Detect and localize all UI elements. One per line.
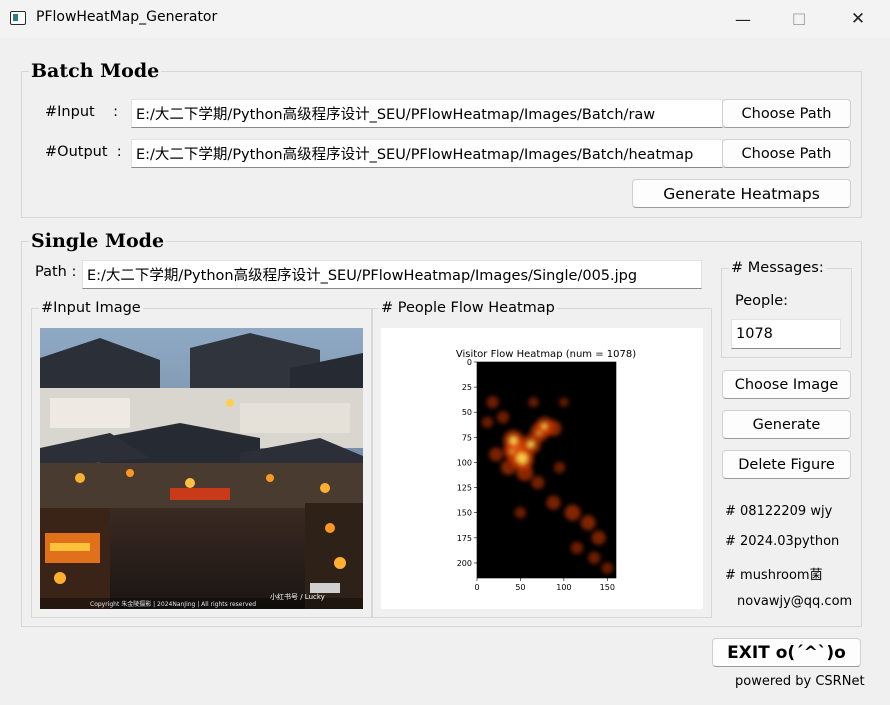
batch-output-label: #Output : xyxy=(45,144,122,160)
y-tick-label: 200 xyxy=(457,559,472,568)
delete-figure-button[interactable]: Delete Figure xyxy=(722,450,851,479)
messages-title: # Messages: xyxy=(729,260,826,276)
heat-spot-9 xyxy=(489,447,504,462)
heat-core-1 xyxy=(516,452,528,464)
batch-mode-title: Batch Mode xyxy=(29,60,162,82)
heat-spot-18 xyxy=(588,551,601,565)
app-window-icon xyxy=(10,11,26,25)
close-button[interactable]: ✕ xyxy=(830,0,886,38)
people-count-field[interactable]: 1078 xyxy=(731,319,841,349)
credit-line-1: # 08122209 wjy xyxy=(725,504,833,519)
heat-spot-23 xyxy=(528,396,539,408)
generate-button[interactable]: Generate xyxy=(722,410,851,439)
y-tick-label: 150 xyxy=(457,509,472,518)
y-tick-label: 100 xyxy=(457,458,472,467)
heatmap-chart: Visitor Flow Heatmap (num = 1078) 0 25 50 7… xyxy=(456,349,636,592)
heatmap-plot-area xyxy=(477,362,616,578)
heat-spot-24 xyxy=(601,562,614,574)
heat-spot-10 xyxy=(486,396,499,409)
heat-spot-11 xyxy=(481,416,494,428)
heat-core-3 xyxy=(527,440,535,448)
heat-spot-6 xyxy=(545,420,562,437)
single-mode-title: Single Mode xyxy=(29,230,167,252)
choose-image-button[interactable]: Choose Image xyxy=(722,370,851,399)
credit-line-2: # 2024.03python xyxy=(725,534,840,549)
chart-title: Visitor Flow Heatmap (num = 1078) xyxy=(456,349,636,360)
heat-spot-19 xyxy=(570,541,584,555)
batch-input-field[interactable]: E:/大二下学期/Python高级程序设计_SEU/PFlowHeatmap/I… xyxy=(131,99,723,128)
heat-spot-15 xyxy=(564,504,581,521)
powered-by-label: powered by CSRNet xyxy=(735,674,865,689)
input-image-title: #Input Image xyxy=(39,300,143,316)
single-path-field[interactable]: E:/大二下学期/Python高级程序设计_SEU/PFlowHeatmap/I… xyxy=(82,260,702,289)
x-tick-label: 100 xyxy=(556,583,571,592)
exit-button[interactable]: EXIT o(´^`)o xyxy=(712,638,861,667)
photo-watermark: 小红书号 / Lucky xyxy=(270,592,325,601)
x-tick-label: 0 xyxy=(474,583,479,592)
heat-spot-13 xyxy=(531,475,545,490)
generate-heatmaps-button[interactable]: Generate Heatmaps xyxy=(632,179,851,208)
x-tick-label: 150 xyxy=(600,583,615,592)
heat-spot-14 xyxy=(546,495,561,510)
heat-spot-12 xyxy=(496,411,510,424)
heat-core-2 xyxy=(509,436,518,445)
y-tick-label: 25 xyxy=(462,383,472,392)
heat-spot-8 xyxy=(500,459,516,475)
photo-caption: Copyright 朱金陵摄影 | 2024NanJing | All righ… xyxy=(90,600,256,608)
heat-spot-21 xyxy=(553,461,566,474)
y-tick-label: 50 xyxy=(462,408,472,417)
crowd-street-photo: Copyright 朱金陵摄影 | 2024NanJing | All righ… xyxy=(40,328,363,609)
y-tick-label: 175 xyxy=(457,534,472,543)
heat-spot-7 xyxy=(516,464,534,481)
y-tick-label: 125 xyxy=(457,484,472,493)
heat-spot-17 xyxy=(591,530,606,545)
heat-spot-16 xyxy=(580,515,596,531)
credit-line-3: # mushroom菌 xyxy=(725,568,823,583)
y-tick-label: 0 xyxy=(467,358,472,367)
heatmap-figure: Visitor Flow Heatmap (num = 1078) 0 25 50 7… xyxy=(381,328,703,609)
batch-output-field[interactable]: E:/大二下学期/Python高级程序设计_SEU/PFlowHeatmap/I… xyxy=(131,139,723,168)
maximize-button[interactable]: ☐ xyxy=(771,0,827,38)
minimize-button[interactable]: — xyxy=(715,0,771,38)
batch-output-choose-path-button[interactable]: Choose Path xyxy=(722,139,851,168)
input-image-photo: Copyright 朱金陵摄影 | 2024NanJing | All righ… xyxy=(40,328,363,609)
heat-spot-20 xyxy=(514,506,527,519)
window-title: PFlowHeatMap_Generator xyxy=(36,9,218,25)
heat-spot-22 xyxy=(559,397,569,407)
batch-input-label: #Input : xyxy=(45,104,119,120)
batch-input-choose-path-button[interactable]: Choose Path xyxy=(722,99,851,128)
y-tick-label: 75 xyxy=(462,433,472,442)
people-label: People: xyxy=(735,293,789,309)
credit-email: novawjy@qq.com xyxy=(737,594,853,609)
x-tick-label: 50 xyxy=(515,583,525,592)
heatmap-title: # People Flow Heatmap xyxy=(379,300,557,316)
single-path-label: Path : xyxy=(35,264,77,280)
